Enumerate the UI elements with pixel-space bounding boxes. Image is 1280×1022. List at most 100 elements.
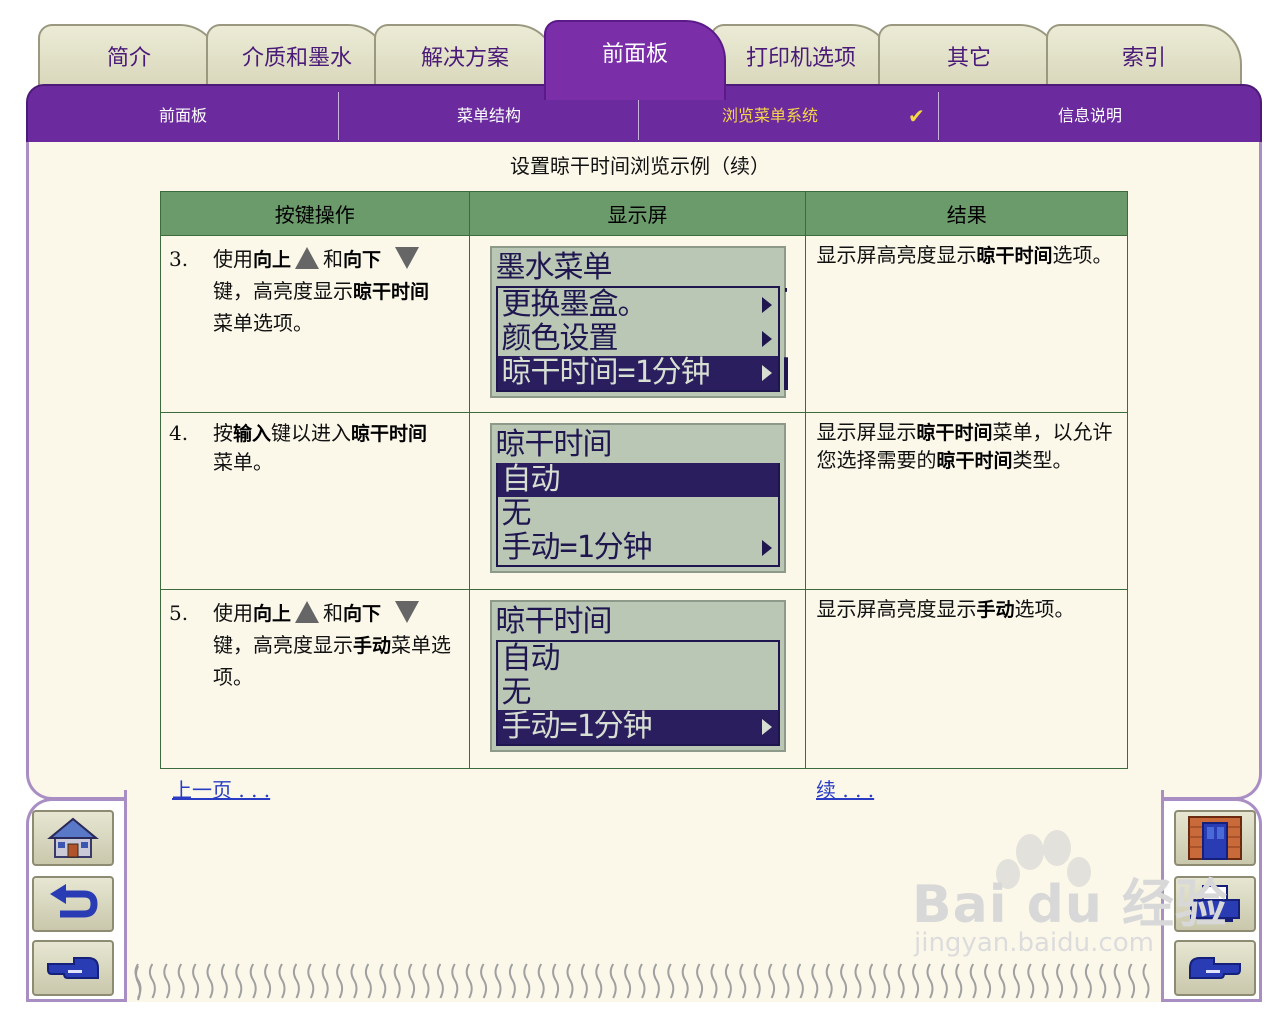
lcd-item-label: 手动=1分钟 <box>501 530 653 565</box>
spiral-coil <box>897 963 905 999</box>
subnav-info[interactable]: 信息说明 <box>940 94 1240 138</box>
spiral-coil <box>480 963 488 999</box>
subnav-label: 菜单结构 <box>456 106 521 125</box>
lcd-menu-item: 自动 <box>498 642 778 676</box>
spiral-coil <box>883 963 891 999</box>
spiral-coil <box>796 963 804 999</box>
text: 键，高亮度显示 <box>213 633 353 657</box>
lcd-menu: 自动 无 手动=1分钟 <box>495 640 780 746</box>
down-arrow-icon <box>395 601 420 623</box>
spiral-coil <box>508 963 516 999</box>
key-name: 向上 <box>253 249 292 271</box>
spiral-coil <box>307 963 315 999</box>
lcd-menu-item: 颜色设置 <box>498 322 778 356</box>
spiral-coil <box>192 963 200 999</box>
spiral-coil <box>537 963 545 999</box>
menu-name: 手动 <box>353 635 392 657</box>
steps-table: 按键操作 显示屏 结果 3. 使用向上 和向下 键，高亮度显示晾干时间 菜单选项。… <box>160 191 1128 769</box>
display-cell: 晾干时间 自动 无 手动=1分钟 <box>468 589 807 769</box>
spiral-coil <box>422 963 430 999</box>
menu-name: 晾干时间 <box>936 450 1013 472</box>
table-header-row: 按键操作 显示屏 结果 <box>160 191 1128 236</box>
spiral-coil <box>163 963 171 999</box>
result-text: 显示屏显示晾干时间菜单，以允许您选择需要的晾干时间类型。 <box>806 413 1127 475</box>
previous-page-button[interactable] <box>32 940 114 996</box>
display-cell: 墨水菜单 更换墨盒。 颜色设置 晾干时间=1分钟 <box>468 235 807 413</box>
text: 选项。 <box>1014 597 1075 621</box>
subnav-front-panel[interactable]: 前面板 <box>28 94 338 138</box>
submenu-arrow-icon <box>761 297 772 313</box>
step-text: 使用向上 和向下 键，高亮度显示晾干时间 菜单选项。 <box>213 244 463 339</box>
action-cell: 5. 使用向上 和向下 键，高亮度显示手动菜单选项。 <box>160 589 470 769</box>
previous-page-link[interactable]: 上一页 . . . <box>172 774 270 803</box>
spiral-coil <box>264 963 272 999</box>
watermark-brand: Bai du 经验 <box>912 875 1228 935</box>
spiral-coil <box>696 963 704 999</box>
menu-name: 晾干时间 <box>916 422 993 444</box>
spiral-coil <box>408 963 416 999</box>
spiral-coil <box>350 963 358 999</box>
tab-front-panel[interactable]: 前面板 <box>544 20 726 100</box>
lcd-item-label: 自动 <box>501 641 561 676</box>
tab-bar: 简介 介质和墨水 解决方案 打印机选项 其它 索引 前面板 <box>0 0 1280 100</box>
text: 和 <box>323 601 344 625</box>
text: 显示屏显示 <box>816 420 917 444</box>
result-cell: 显示屏高亮度显示手动选项。 <box>805 589 1128 769</box>
up-arrow-icon <box>295 601 320 623</box>
spiral-coil <box>638 963 646 999</box>
table-row: 3. 使用向上 和向下 键，高亮度显示晾干时间 菜单选项。 墨水菜单 更换墨盒。 … <box>160 235 1128 413</box>
lcd-display: 晾干时间 自动 无 手动=1分钟 <box>489 423 786 573</box>
lcd-item-label: 自动 <box>501 462 561 497</box>
action-cell: 4. 按输入键以进入晾干时间 菜单。 <box>160 412 470 590</box>
next-page-link[interactable]: 续 . . . <box>816 774 874 803</box>
spiral-coil <box>379 963 387 999</box>
subnav-menu-structure[interactable]: 菜单结构 <box>340 94 638 138</box>
home-button[interactable] <box>32 810 114 866</box>
lcd-title: 晾干时间 <box>495 427 613 462</box>
table-row: 4. 按输入键以进入晾干时间 菜单。 晾干时间 自动 无 手动=1分钟 显示屏显… <box>160 412 1128 590</box>
text: 按 <box>213 421 233 445</box>
lcd-menu: 更换墨盒。 颜色设置 晾干时间=1分钟 <box>495 286 788 392</box>
back-button[interactable] <box>32 876 114 932</box>
menu-name: 晾干时间 <box>976 245 1053 267</box>
spiral-coil <box>336 963 344 999</box>
lcd-item-label: 无 <box>501 496 532 531</box>
down-arrow-icon <box>395 247 420 269</box>
result-cell: 显示屏高亮度显示晾干时间选项。 <box>805 235 1128 413</box>
page-title: 设置晾干时间浏览示例（续） <box>510 154 770 178</box>
spiral-coil <box>681 963 689 999</box>
spiral-coil <box>667 963 675 999</box>
spiral-coil <box>249 963 257 999</box>
back-icon <box>50 884 98 918</box>
spiral-coil <box>177 963 185 999</box>
lcd-item-label: 颜色设置 <box>501 321 619 356</box>
text: 使用 <box>213 601 253 625</box>
lcd-menu-item: 无 <box>498 497 778 531</box>
header-key-action: 按键操作 <box>160 191 470 236</box>
spiral-coil <box>494 963 502 999</box>
text: 菜单选项。 <box>213 311 313 335</box>
text: 菜单。 <box>213 450 273 474</box>
subnav-browse-menu[interactable]: 浏览菜单系统 <box>640 94 900 138</box>
header-result: 结果 <box>805 191 1128 236</box>
step-number: 5. <box>169 601 189 625</box>
scrollbar-icon <box>783 288 788 390</box>
spiral-coil <box>523 963 531 999</box>
tab-label: 解决方案 <box>420 46 509 71</box>
tab-label: 简介 <box>106 46 151 71</box>
up-arrow-icon <box>295 247 320 269</box>
lcd-menu-item-selected: 自动 <box>497 462 778 497</box>
submenu-arrow-icon <box>761 365 772 381</box>
display-cell: 晾干时间 自动 无 手动=1分钟 <box>468 412 807 590</box>
text: 键，高亮度显示 <box>213 279 353 303</box>
spiral-coil <box>811 963 819 999</box>
spiral-coil <box>624 963 632 999</box>
menu-name: 晾干时间 <box>353 281 430 303</box>
lcd-item-label: 无 <box>501 675 532 710</box>
spiral-coil <box>609 963 617 999</box>
menu-name: 晾干时间 <box>351 423 428 445</box>
tab-label: 介质和墨水 <box>241 46 352 71</box>
lcd-menu-item-selected: 手动=1分钟 <box>497 710 778 744</box>
header-display: 显示屏 <box>468 191 807 236</box>
spiral-coil <box>465 963 473 999</box>
